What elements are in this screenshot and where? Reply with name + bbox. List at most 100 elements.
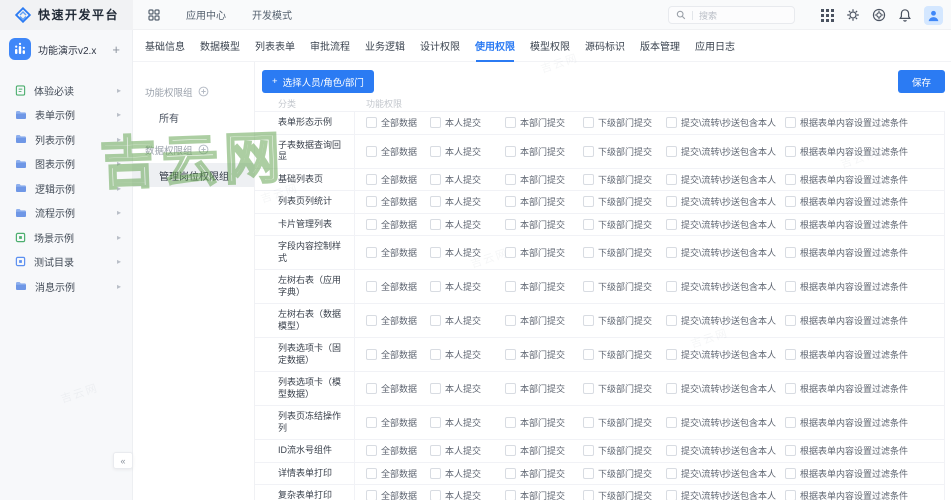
sidebar-collapse-button[interactable]: « [113, 452, 133, 469]
permission-option-本人提交[interactable]: 本人提交 [430, 444, 505, 457]
permission-option-下级部门提交[interactable]: 下级部门提交 [583, 280, 666, 293]
checkbox[interactable] [505, 417, 516, 428]
permission-option-全部数据[interactable]: 全部数据 [366, 246, 430, 259]
sidebar-item-图表示例[interactable]: 图表示例▸ [0, 152, 132, 177]
checkbox[interactable] [430, 349, 441, 360]
permission-option-根据表单内容设置过滤条件[interactable]: 根据表单内容设置过滤条件 [785, 382, 941, 395]
permission-option-根据表单内容设置过滤条件[interactable]: 根据表单内容设置过滤条件 [785, 246, 941, 259]
checkbox[interactable] [666, 383, 677, 394]
checkbox[interactable] [785, 196, 796, 207]
checkbox[interactable] [505, 468, 516, 479]
permission-option-根据表单内容设置过滤条件[interactable]: 根据表单内容设置过滤条件 [785, 416, 941, 429]
checkbox[interactable] [505, 315, 516, 326]
workbench-grid-icon[interactable] [148, 9, 160, 21]
add-data-group-icon[interactable] [198, 144, 209, 155]
permission-option-下级部门提交[interactable]: 下级部门提交 [583, 416, 666, 429]
sidebar-item-列表示例[interactable]: 列表示例▸ [0, 127, 132, 152]
search-input[interactable]: 搜索 [668, 6, 795, 24]
sidebar-item-逻辑示例[interactable]: 逻辑示例▸ [0, 176, 132, 201]
checkbox[interactable] [505, 146, 516, 157]
group-item-selected[interactable]: 管理岗位权限组 [133, 163, 254, 187]
checkbox[interactable] [785, 349, 796, 360]
checkbox[interactable] [583, 349, 594, 360]
permission-option-本部门提交[interactable]: 本部门提交 [505, 348, 583, 361]
permission-option-全部数据[interactable]: 全部数据 [366, 382, 430, 395]
permission-option-本人提交[interactable]: 本人提交 [430, 314, 505, 327]
permission-option-本人提交[interactable]: 本人提交 [430, 145, 505, 158]
permission-option-提交\流转\抄送包含本人[interactable]: 提交\流转\抄送包含本人 [666, 173, 785, 186]
permission-option-根据表单内容设置过滤条件[interactable]: 根据表单内容设置过滤条件 [785, 467, 941, 480]
permission-option-根据表单内容设置过滤条件[interactable]: 根据表单内容设置过滤条件 [785, 145, 941, 158]
checkbox[interactable] [785, 490, 796, 500]
checkbox[interactable] [430, 468, 441, 479]
permission-option-本部门提交[interactable]: 本部门提交 [505, 382, 583, 395]
permission-option-本人提交[interactable]: 本人提交 [430, 116, 505, 129]
tab-列表表单[interactable]: 列表表单 [255, 30, 295, 62]
permission-option-提交\流转\抄送包含本人[interactable]: 提交\流转\抄送包含本人 [666, 444, 785, 457]
checkbox[interactable] [505, 490, 516, 500]
permission-option-提交\流转\抄送包含本人[interactable]: 提交\流转\抄送包含本人 [666, 218, 785, 231]
permission-option-提交\流转\抄送包含本人[interactable]: 提交\流转\抄送包含本人 [666, 195, 785, 208]
permission-option-下级部门提交[interactable]: 下级部门提交 [583, 116, 666, 129]
permission-option-本人提交[interactable]: 本人提交 [430, 280, 505, 293]
permission-option-提交\流转\抄送包含本人[interactable]: 提交\流转\抄送包含本人 [666, 246, 785, 259]
permission-option-提交\流转\抄送包含本人[interactable]: 提交\流转\抄送包含本人 [666, 382, 785, 395]
permission-option-本部门提交[interactable]: 本部门提交 [505, 145, 583, 158]
tab-设计权限[interactable]: 设计权限 [420, 30, 460, 62]
permission-option-全部数据[interactable]: 全部数据 [366, 348, 430, 361]
checkbox[interactable] [366, 417, 377, 428]
checkbox[interactable] [666, 445, 677, 456]
checkbox[interactable] [366, 281, 377, 292]
checkbox[interactable] [583, 468, 594, 479]
checkbox[interactable] [785, 315, 796, 326]
permission-option-本人提交[interactable]: 本人提交 [430, 489, 505, 500]
checkbox[interactable] [583, 117, 594, 128]
checkbox[interactable] [583, 219, 594, 230]
select-members-button[interactable]: + 选择人员/角色/部门 [262, 70, 374, 93]
checkbox[interactable] [583, 383, 594, 394]
permission-option-本人提交[interactable]: 本人提交 [430, 173, 505, 186]
sidebar-item-流程示例[interactable]: 流程示例▸ [0, 201, 132, 226]
checkbox[interactable] [430, 196, 441, 207]
permission-option-下级部门提交[interactable]: 下级部门提交 [583, 382, 666, 395]
sidebar-item-场景示例[interactable]: 场景示例▸ [0, 225, 132, 250]
permission-option-根据表单内容设置过滤条件[interactable]: 根据表单内容设置过滤条件 [785, 116, 941, 129]
checkbox[interactable] [430, 490, 441, 500]
permission-option-提交\流转\抄送包含本人[interactable]: 提交\流转\抄送包含本人 [666, 145, 785, 158]
checkbox[interactable] [785, 383, 796, 394]
permission-option-根据表单内容设置过滤条件[interactable]: 根据表单内容设置过滤条件 [785, 218, 941, 231]
permission-option-全部数据[interactable]: 全部数据 [366, 145, 430, 158]
permission-option-本部门提交[interactable]: 本部门提交 [505, 416, 583, 429]
tab-模型权限[interactable]: 模型权限 [530, 30, 570, 62]
checkbox[interactable] [666, 468, 677, 479]
permission-option-下级部门提交[interactable]: 下级部门提交 [583, 489, 666, 500]
checkbox[interactable] [666, 315, 677, 326]
checkbox[interactable] [666, 349, 677, 360]
permission-option-本人提交[interactable]: 本人提交 [430, 246, 505, 259]
sidebar-item-体验必读[interactable]: 体验必读▸ [0, 78, 132, 103]
checkbox[interactable] [430, 219, 441, 230]
checkbox[interactable] [430, 247, 441, 258]
permission-option-全部数据[interactable]: 全部数据 [366, 195, 430, 208]
permission-option-根据表单内容设置过滤条件[interactable]: 根据表单内容设置过滤条件 [785, 195, 941, 208]
checkbox[interactable] [666, 174, 677, 185]
checkbox[interactable] [430, 146, 441, 157]
checkbox[interactable] [505, 196, 516, 207]
checkbox[interactable] [583, 196, 594, 207]
checkbox[interactable] [505, 445, 516, 456]
permission-option-下级部门提交[interactable]: 下级部门提交 [583, 467, 666, 480]
permission-option-本部门提交[interactable]: 本部门提交 [505, 116, 583, 129]
checkbox[interactable] [505, 174, 516, 185]
checkbox[interactable] [785, 281, 796, 292]
checkbox[interactable] [430, 174, 441, 185]
permission-option-全部数据[interactable]: 全部数据 [366, 467, 430, 480]
permission-option-本部门提交[interactable]: 本部门提交 [505, 467, 583, 480]
checkbox[interactable] [785, 417, 796, 428]
checkbox[interactable] [666, 117, 677, 128]
checkbox[interactable] [505, 383, 516, 394]
checkbox[interactable] [505, 281, 516, 292]
permission-option-下级部门提交[interactable]: 下级部门提交 [583, 314, 666, 327]
permission-option-根据表单内容设置过滤条件[interactable]: 根据表单内容设置过滤条件 [785, 173, 941, 186]
checkbox[interactable] [366, 219, 377, 230]
checkbox[interactable] [366, 490, 377, 500]
